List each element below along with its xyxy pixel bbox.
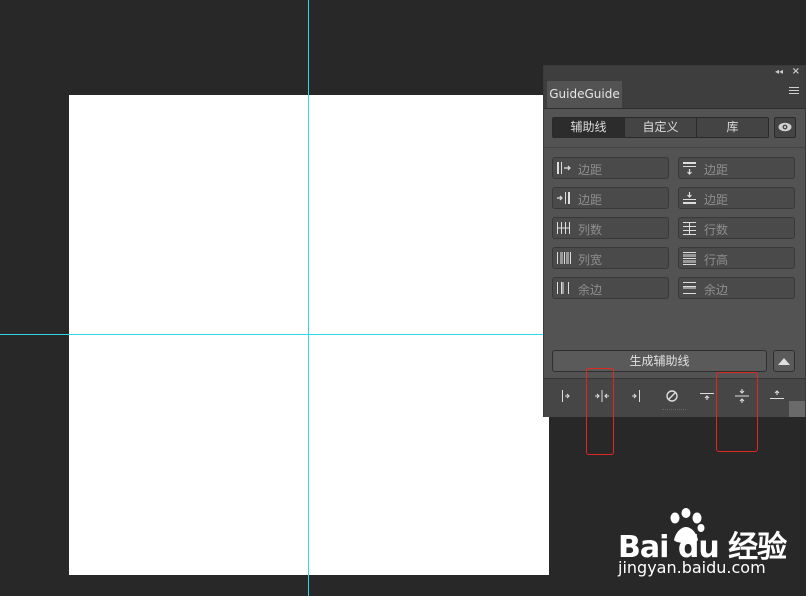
rows-icon <box>683 222 696 235</box>
close-icon[interactable]: × <box>792 66 800 77</box>
guide-top-button[interactable] <box>696 386 718 406</box>
guide-bottom-icon <box>770 390 784 399</box>
field-placeholder: 余边 <box>578 283 603 297</box>
bottom-margin-icon <box>683 192 696 204</box>
guide-top-icon <box>700 393 714 400</box>
panel-menu-icon[interactable] <box>789 87 799 96</box>
vertical-guide[interactable] <box>308 0 309 596</box>
field-placeholder: 列宽 <box>578 253 603 267</box>
segment-custom[interactable]: 自定义 <box>624 118 696 137</box>
visibility-toggle-button[interactable] <box>774 117 796 138</box>
triangle-up-icon <box>778 358 790 365</box>
highlight-box-horizontal-center <box>716 372 758 452</box>
resize-handle[interactable] <box>789 401 805 417</box>
guide-left-button[interactable] <box>556 386 578 406</box>
right-margin-field[interactable]: 边距 <box>552 187 669 209</box>
mode-segmented-control: 辅助线 自定义 库 <box>552 117 769 138</box>
clear-guides-button[interactable] <box>661 386 683 406</box>
guide-left-icon <box>562 390 570 402</box>
column-width-icon <box>557 252 571 264</box>
collapse-icon[interactable]: ◂◂ <box>775 67 783 76</box>
panel-resize-dots <box>662 409 686 413</box>
column-gutter-field[interactable]: 余边 <box>552 277 669 299</box>
guide-bottom-button[interactable] <box>766 386 788 406</box>
field-placeholder: 列数 <box>578 223 603 237</box>
document-canvas[interactable] <box>69 95 549 575</box>
watermark-url: jingyan.baidu.com <box>618 558 766 577</box>
left-margin-icon <box>557 162 571 174</box>
highlight-box-vertical-center <box>586 368 614 455</box>
field-placeholder: 边距 <box>578 193 603 207</box>
segment-library[interactable]: 库 <box>696 118 768 137</box>
row-gutter-icon <box>683 282 696 294</box>
guide-right-button[interactable] <box>626 386 648 406</box>
row-height-field[interactable]: 行高 <box>678 247 795 269</box>
field-placeholder: 行数 <box>704 223 729 237</box>
field-placeholder: 边距 <box>704 193 729 207</box>
clear-guides-icon <box>666 390 678 402</box>
left-margin-field[interactable]: 边距 <box>552 157 669 179</box>
top-margin-icon <box>683 162 696 175</box>
generate-guides-button[interactable]: 生成辅助线 <box>552 350 767 372</box>
field-placeholder: 行高 <box>704 253 729 267</box>
expand-button[interactable] <box>773 350 795 372</box>
segment-guides[interactable]: 辅助线 <box>553 118 624 137</box>
panel-tabbar: GuideGuide <box>544 80 805 109</box>
panel-titlebar: ◂◂ × <box>544 66 805 80</box>
field-placeholder: 余边 <box>704 283 729 297</box>
field-placeholder: 边距 <box>704 163 729 177</box>
quick-guides-bar <box>544 378 805 417</box>
columns-field[interactable]: 列数 <box>552 217 669 239</box>
columns-icon <box>557 222 570 234</box>
row-gutter-field[interactable]: 余边 <box>678 277 795 299</box>
tab-guideguide[interactable]: GuideGuide <box>547 81 622 108</box>
column-gutter-icon <box>557 282 569 294</box>
guide-right-icon <box>632 390 640 402</box>
field-placeholder: 边距 <box>578 163 603 177</box>
top-margin-field[interactable]: 边距 <box>678 157 795 179</box>
column-width-field[interactable]: 列宽 <box>552 247 669 269</box>
rows-field[interactable]: 行数 <box>678 217 795 239</box>
right-margin-icon <box>557 192 570 204</box>
guideguide-panel: ◂◂ × GuideGuide 辅助线 自定义 库 边距 边距 列数 列宽 余边 <box>543 65 806 417</box>
divider <box>544 147 805 148</box>
eye-icon <box>778 122 792 132</box>
bottom-margin-field[interactable]: 边距 <box>678 187 795 209</box>
row-height-icon <box>683 252 696 265</box>
baidu-jingyan-watermark: Bai du 经验 jingyan.baidu.com <box>618 508 788 583</box>
